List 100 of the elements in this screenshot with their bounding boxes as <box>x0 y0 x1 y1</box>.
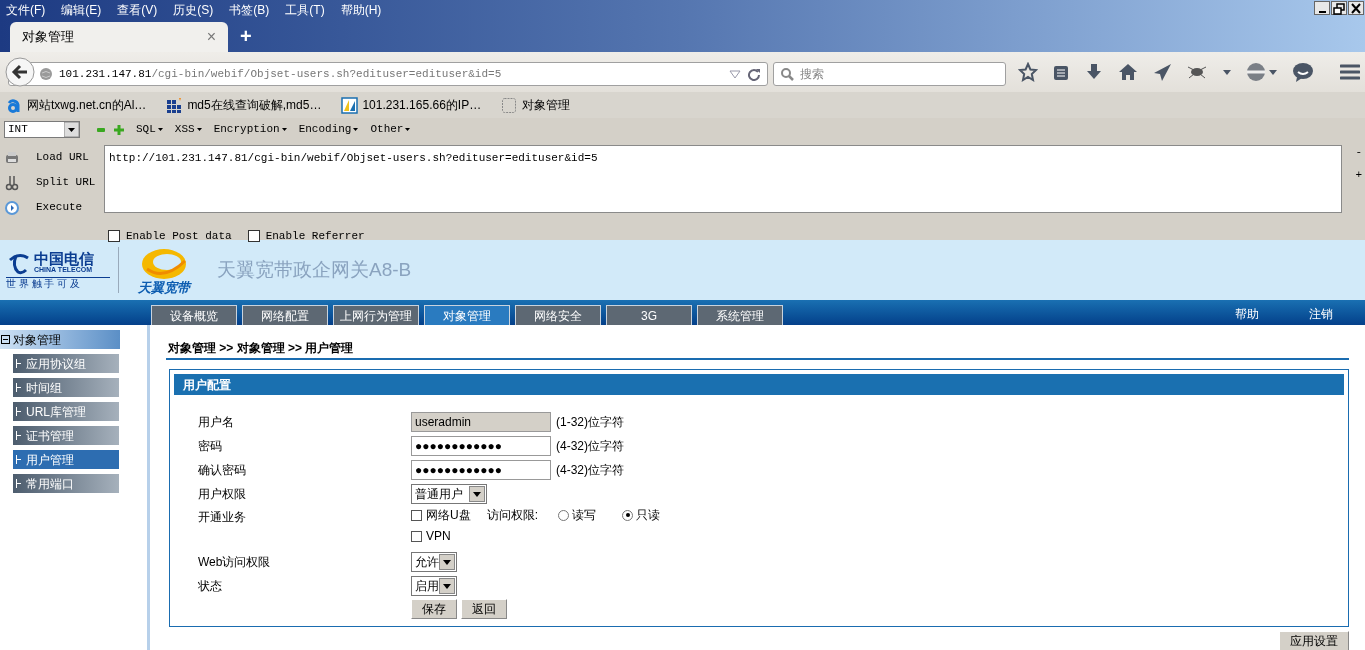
browser-tab[interactable]: 对象管理 × <box>10 22 228 52</box>
sidebar-item[interactable]: 应用协议组 <box>13 354 119 373</box>
sidebar-item[interactable]: 常用端口 <box>13 474 119 493</box>
minimize-icon[interactable] <box>1314 1 1330 15</box>
checkbox[interactable] <box>411 530 422 542</box>
menu-icon[interactable] <box>1340 63 1360 81</box>
scissors-icon <box>4 174 20 191</box>
form-button[interactable]: 保存 <box>411 599 457 619</box>
sidebar-group-label: 对象管理 <box>13 331 61 349</box>
header-link[interactable]: 帮助 <box>1235 305 1259 323</box>
action-button[interactable]: Load URL <box>36 149 89 166</box>
caret-icon <box>196 127 202 132</box>
search-icon <box>780 67 794 81</box>
checkbox[interactable] <box>411 509 422 521</box>
checkbox[interactable] <box>108 230 120 243</box>
field-label: 用户权限 <box>197 486 247 503</box>
bookmark-link[interactable]: 101.231.165.66的IP… <box>362 96 482 114</box>
toolbar-menu[interactable]: XSS <box>174 121 202 138</box>
url-text: 101.231.147.81/cgi-bin/webif/Objset-users.sh?edituser=edituser&id=5 <box>59 66 503 82</box>
new-tab-button[interactable]: + <box>240 26 252 46</box>
page-title: 天翼宽带政企网关A8-B <box>217 257 412 282</box>
sidebar-group[interactable]: 对象管理 <box>0 330 120 349</box>
address-bar[interactable]: 101.231.147.81/cgi-bin/webif/Objset-users.sh?edituser=edituser&id=5 <box>8 62 768 86</box>
radio-button[interactable] <box>558 509 569 521</box>
bookmark-link[interactable]: md5在线查询破解,md5… <box>187 96 322 114</box>
dropdown-icon[interactable] <box>729 69 741 79</box>
field-label: 密码 <box>197 438 223 455</box>
field-hint: (1-32)位字符 <box>556 414 624 431</box>
checkbox[interactable] <box>247 230 260 243</box>
input-field[interactable]: ●●●●●●●●●●●● <box>411 436 551 456</box>
bookmark-link[interactable]: 网站txwg.net.cn的Al… <box>27 96 147 114</box>
tree-branch-icon <box>16 383 21 392</box>
nav-tab[interactable]: 对象管理 <box>424 305 510 325</box>
radio-button[interactable] <box>622 509 633 521</box>
sidebar-item[interactable]: 证书管理 <box>13 426 119 445</box>
menu-item[interactable]: 编辑(E) <box>61 1 102 19</box>
caret-icon <box>353 127 359 132</box>
nav-tab[interactable]: 上网行为管理 <box>333 305 419 325</box>
nav-tab[interactable]: 3G <box>606 305 692 325</box>
action-button[interactable]: Execute <box>36 199 83 216</box>
menu-item[interactable]: 文件(F) <box>6 1 46 19</box>
sidebar-item[interactable]: URL库管理 <box>13 402 119 421</box>
url-textarea[interactable]: http://101.231.147.81/cgi-bin/webif/Objset-users.sh?edituser=edituser&id=5 <box>104 145 1342 213</box>
bookmark-link[interactable]: 对象管理 <box>522 96 571 114</box>
form-button[interactable]: 返回 <box>461 599 507 619</box>
caret-icon <box>157 127 163 132</box>
input-field[interactable]: ●●●●●●●●●●●● <box>411 460 551 480</box>
nav-tab[interactable]: 系统管理 <box>697 305 783 325</box>
home-icon[interactable] <box>1118 62 1138 82</box>
resize-button[interactable]: - <box>1355 144 1362 161</box>
paper-plane-icon[interactable] <box>1152 62 1172 82</box>
menu-item[interactable]: 书签(B) <box>229 1 270 19</box>
caret-icon <box>405 127 411 132</box>
dropdown-select[interactable]: 普通用户 <box>411 484 487 504</box>
printer-icon <box>4 149 20 166</box>
close-tab-button[interactable]: × <box>206 25 216 49</box>
shape-icon <box>6 96 23 114</box>
field-label: 确认密码 <box>197 462 247 479</box>
option-label: Enable Post data <box>126 229 232 244</box>
input-field: useradmin <box>411 412 551 432</box>
toolbar-menu[interactable]: SQL <box>136 121 163 138</box>
search-field[interactable]: 搜索 <box>773 62 1006 86</box>
nav-tab[interactable]: 设备概览 <box>151 305 237 325</box>
apply-button[interactable]: 应用设置 <box>1279 631 1349 650</box>
nav-tab[interactable]: 网络安全 <box>515 305 601 325</box>
reload-icon[interactable] <box>747 67 761 81</box>
action-button[interactable]: Split URL <box>36 174 96 191</box>
menu-item[interactable]: 帮助(H) <box>340 1 382 19</box>
dropdown-select[interactable]: 启用 <box>411 576 457 596</box>
globe-menu-icon[interactable] <box>1246 62 1278 82</box>
brand-text: 天翼宽带 <box>138 280 190 294</box>
nav-tab[interactable]: 网络配置 <box>242 305 328 325</box>
sidebar-item[interactable]: 用户管理 <box>13 450 119 469</box>
menu-item[interactable]: 查看(V) <box>117 1 158 19</box>
tree-branch-icon <box>16 359 21 368</box>
menu-item[interactable]: 工具(T) <box>285 1 325 19</box>
chat-icon[interactable] <box>1292 62 1314 82</box>
field-label: 状态 <box>197 578 223 595</box>
play-icon <box>4 199 20 216</box>
logo-slogan: 世 界 触 手 可 及 <box>6 277 110 290</box>
menu-item[interactable]: 历史(S) <box>173 1 214 19</box>
header-link[interactable]: 注销 <box>1309 305 1333 323</box>
close-icon[interactable] <box>1348 1 1364 15</box>
dropdown-select[interactable]: 允许 <box>411 552 457 572</box>
tile-icon <box>341 96 359 114</box>
tree-branch-icon <box>16 431 21 440</box>
star-icon[interactable] <box>1018 62 1038 82</box>
restore-icon[interactable] <box>1331 1 1347 15</box>
type-select[interactable]: INT <box>4 121 80 138</box>
toolbar-menu[interactable]: Encoding <box>298 121 359 138</box>
back-button-icon[interactable] <box>5 57 35 87</box>
page-icon <box>501 96 519 114</box>
clipboard-icon[interactable] <box>1052 63 1070 81</box>
resize-button[interactable]: + <box>1355 166 1362 183</box>
toolbar-menu[interactable]: Encryption <box>213 121 287 138</box>
collapse-icon[interactable] <box>1 335 10 344</box>
sidebar-item[interactable]: 时间组 <box>13 378 119 397</box>
toolbar-menu[interactable]: Other <box>370 121 411 138</box>
radio-label: 只读 <box>636 507 660 524</box>
caret-icon[interactable] <box>1222 67 1232 77</box>
